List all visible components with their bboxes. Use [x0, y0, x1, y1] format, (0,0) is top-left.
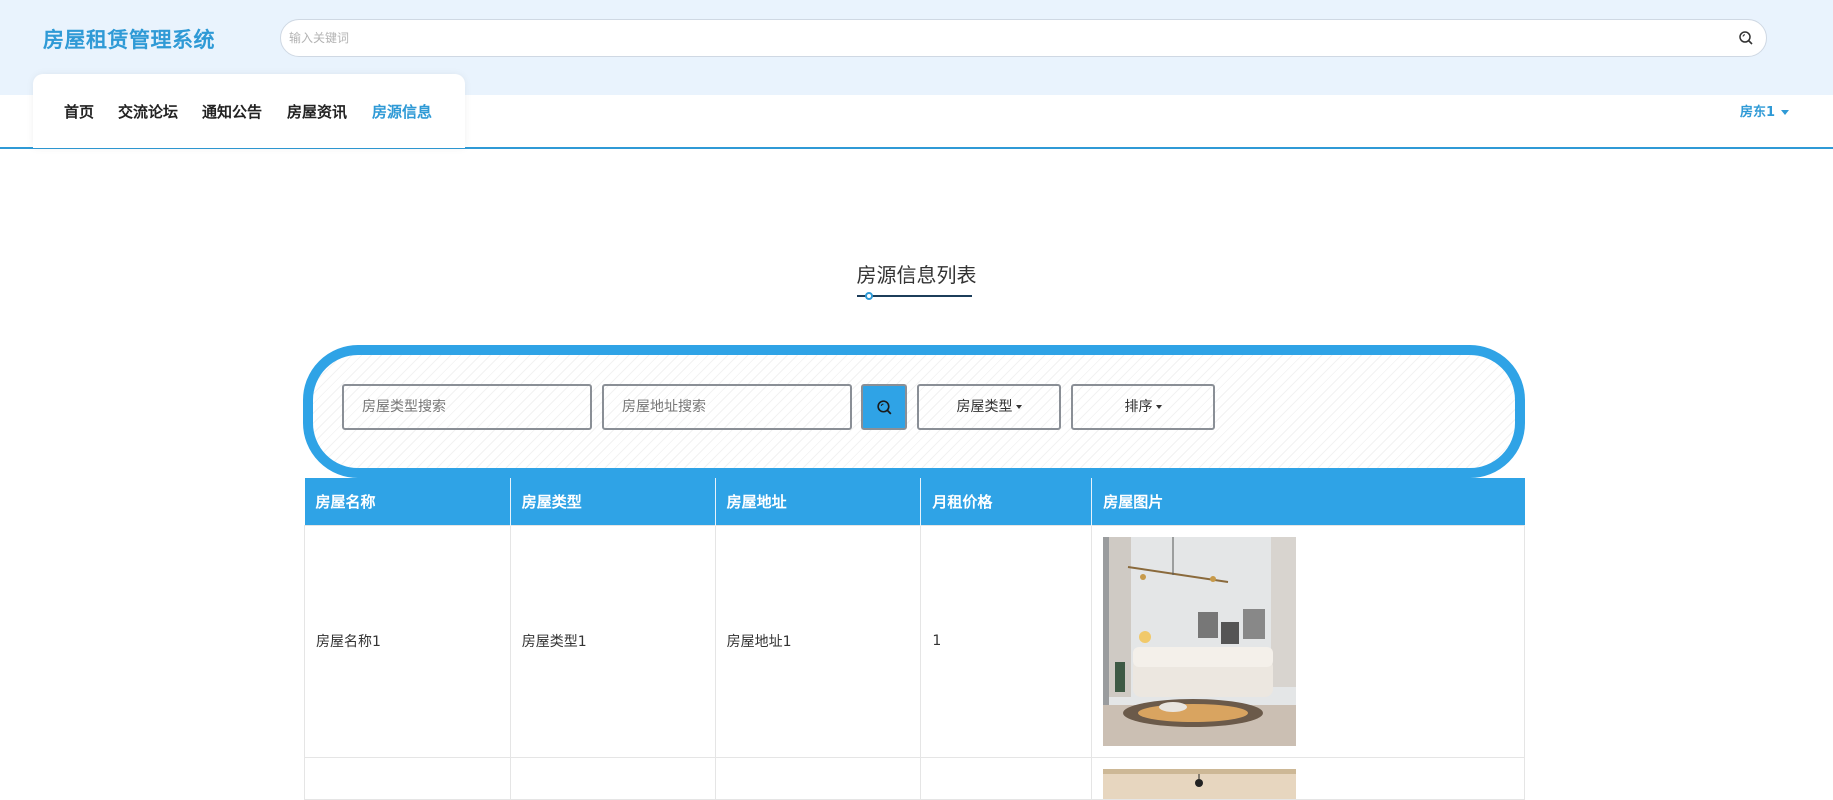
house-image[interactable]: [1103, 536, 1297, 746]
page-title: 房源信息列表: [856, 263, 977, 287]
nav-item-notice[interactable]: 通知公告: [202, 101, 262, 122]
title-underline: [857, 295, 972, 297]
cell-address: 房屋地址1: [714, 524, 922, 758]
nav-item-home[interactable]: 首页: [64, 101, 94, 122]
column-header-address: 房屋地址: [715, 478, 922, 525]
cell-name: [304, 756, 511, 800]
sort-dropdown[interactable]: 排序: [1071, 384, 1215, 430]
table-header-row: 房屋名称 房屋类型 房屋地址 月租价格 房屋图片: [304, 478, 1525, 525]
caret-down-icon: [1155, 405, 1162, 409]
cell-type: [509, 756, 716, 800]
table-row[interactable]: 房屋名称1 房屋类型1 房屋地址1 1: [304, 524, 1525, 758]
nav-item-news[interactable]: 房屋资讯: [287, 101, 347, 122]
column-header-name: 房屋名称: [304, 478, 511, 525]
cell-image: [1091, 524, 1525, 758]
search-icon: [877, 400, 892, 415]
column-header-type: 房屋类型: [510, 478, 716, 525]
app-title: 房屋租赁管理系统: [43, 28, 215, 52]
top-search-box[interactable]: [280, 19, 1767, 57]
search-icon[interactable]: [1738, 30, 1754, 46]
nav-item-forum[interactable]: 交流论坛: [118, 101, 178, 122]
nav-item-listings[interactable]: 房源信息: [372, 101, 432, 122]
cell-price: 1: [920, 524, 1093, 758]
user-name: 房东1: [1739, 105, 1775, 120]
filter-search-button[interactable]: [861, 384, 907, 430]
listings-table: 房屋名称 房屋类型 房屋地址 月租价格 房屋图片 房屋名称1 房屋类型1 房屋地…: [304, 478, 1525, 800]
title-dot: [865, 292, 873, 300]
caret-down-icon: [1015, 405, 1022, 409]
cell-address: [714, 756, 922, 800]
column-header-price: 月租价格: [920, 478, 1093, 525]
cell-image: [1091, 756, 1525, 800]
house-type-dropdown-label: 房屋类型: [956, 399, 1013, 415]
house-image[interactable]: [1103, 768, 1297, 799]
table-row[interactable]: [304, 756, 1525, 800]
column-header-image: 房屋图片: [1091, 478, 1525, 525]
cell-price: [920, 756, 1093, 800]
house-type-dropdown[interactable]: 房屋类型: [917, 384, 1061, 430]
cell-name: 房屋名称1: [304, 524, 511, 758]
house-address-search-input[interactable]: [602, 384, 852, 430]
house-type-search-input[interactable]: [342, 384, 592, 430]
caret-down-icon: [1781, 110, 1789, 115]
cell-type: 房屋类型1: [509, 524, 716, 758]
user-menu[interactable]: 房东1: [1740, 101, 1789, 120]
sort-dropdown-label: 排序: [1124, 399, 1153, 415]
top-search-input[interactable]: [289, 20, 1709, 56]
